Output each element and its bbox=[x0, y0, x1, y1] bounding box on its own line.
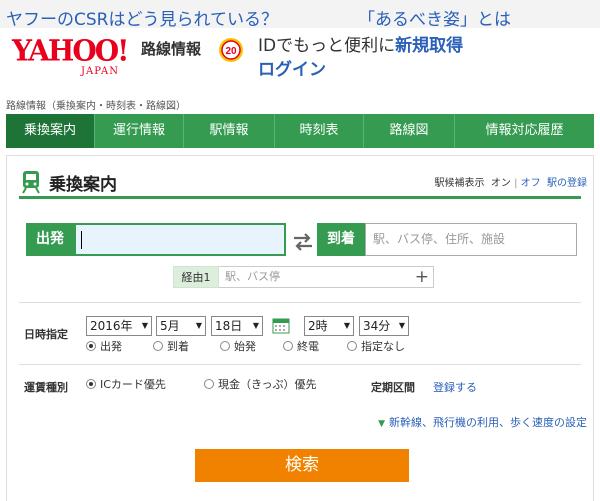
site-header: YAHOO! JAPAN 路線情報 20 IDでもっと便利に新規取得 ログイン bbox=[0, 28, 600, 90]
yahoo-japan-logo[interactable]: YAHOO! JAPAN bbox=[12, 33, 140, 84]
candidates-on[interactable]: オン bbox=[491, 178, 511, 189]
main-nav: 乗換案内 運行情報 駅情報 時刻表 路線図 情報対応履歴 bbox=[6, 114, 594, 148]
via-label: 経由1 bbox=[173, 266, 219, 288]
radio-label: 出発 bbox=[100, 340, 122, 353]
radio-dot bbox=[283, 341, 293, 351]
search-button[interactable]: 検索 bbox=[195, 449, 409, 482]
radio-dot bbox=[347, 341, 357, 351]
arrive-input[interactable]: 駅、バス停、住所、施設 bbox=[365, 223, 577, 256]
radio-label: 終電 bbox=[297, 340, 319, 353]
tab-station-info[interactable]: 駅情報 bbox=[184, 114, 274, 148]
radio-last-train[interactable]: 終電 bbox=[283, 340, 319, 354]
radio-arrive[interactable]: 到着 bbox=[153, 340, 189, 354]
chevron-down-icon: ▼ bbox=[195, 321, 202, 330]
title-underline bbox=[19, 196, 581, 199]
radio-cash[interactable]: 現金（きっぷ）優先 bbox=[204, 378, 317, 392]
login-link[interactable]: ログイン bbox=[258, 60, 326, 80]
logo-text: YAHOO! bbox=[12, 33, 129, 68]
datetime-label: 日時指定 bbox=[24, 328, 68, 341]
add-via-button[interactable]: + bbox=[415, 267, 429, 287]
swap-icon[interactable] bbox=[292, 232, 314, 252]
chevron-down-icon: ▼ bbox=[398, 321, 405, 330]
tab-route-map[interactable]: 路線図 bbox=[364, 114, 454, 148]
banner-link-csr[interactable]: ヤフーのCSRはどう見られている？ bbox=[6, 5, 278, 28]
minute-value: 34分 bbox=[363, 319, 391, 333]
tab-transfer[interactable]: 乗換案内 bbox=[6, 114, 94, 148]
radio-label: 指定なし bbox=[361, 340, 405, 353]
radio-dot bbox=[220, 341, 230, 351]
top-banner: ヤフーのCSRはどう見られている？ 「あるべき姿」とは bbox=[0, 0, 600, 28]
tab-timetable[interactable]: 時刻表 bbox=[275, 114, 363, 148]
via-input[interactable]: 駅、バス停 + bbox=[219, 266, 434, 288]
radio-dot bbox=[86, 379, 96, 389]
settings-text: 新幹線、飛行機の利用、歩く速度の設定 bbox=[389, 416, 587, 429]
page: ヤフーのCSRはどう見られている？ 「あるべき姿」とは YAHOO! JAPAN… bbox=[0, 0, 600, 501]
candidates-label: 駅候補表示 bbox=[434, 178, 485, 189]
divider bbox=[19, 364, 581, 365]
arrive-label: 到着 bbox=[317, 223, 365, 256]
fare-type-label: 運賃種別 bbox=[24, 381, 68, 394]
radio-label: 到着 bbox=[167, 340, 189, 353]
radio-dot bbox=[204, 379, 214, 389]
advanced-settings-link[interactable]: ▼ 新幹線、飛行機の利用、歩く速度の設定 bbox=[378, 414, 587, 430]
via-placeholder: 駅、バス停 bbox=[225, 270, 280, 283]
tab-operation-info[interactable]: 運行情報 bbox=[95, 114, 183, 148]
panel-title: 乗換案内 bbox=[49, 175, 117, 195]
depart-label: 出発 bbox=[26, 223, 74, 256]
radio-ic-card[interactable]: ICカード優先 bbox=[86, 378, 166, 392]
year-value: 2016年 bbox=[90, 319, 133, 333]
chevron-down-icon: ▼ bbox=[141, 321, 148, 330]
breadcrumb[interactable]: 路線情報（乗換案内・時刻表・路線図） bbox=[6, 97, 186, 112]
radio-first-train[interactable]: 始発 bbox=[220, 340, 256, 354]
commuter-register-link[interactable]: 登録する bbox=[433, 379, 477, 395]
minute-select[interactable]: 34分 ▼ bbox=[359, 316, 409, 336]
hour-value: 2時 bbox=[308, 319, 328, 333]
train-icon bbox=[22, 171, 40, 194]
login-promo: IDでもっと便利に新規取得 ログイン bbox=[258, 34, 463, 82]
radio-no-time[interactable]: 指定なし bbox=[347, 340, 405, 354]
commuter-label: 定期区間 bbox=[371, 381, 415, 394]
logo-sub-text: JAPAN bbox=[81, 66, 120, 77]
promo-text: IDでもっと便利に bbox=[258, 36, 396, 56]
divider bbox=[19, 302, 581, 303]
tab-info-history[interactable]: 情報対応履歴 bbox=[455, 114, 594, 148]
day-value: 18日 bbox=[215, 319, 243, 333]
text-caret bbox=[81, 231, 82, 249]
triangle-down-icon: ▼ bbox=[378, 419, 385, 429]
year-select[interactable]: 2016年 ▼ bbox=[86, 316, 152, 336]
radio-label: ICカード優先 bbox=[100, 378, 166, 391]
radio-depart[interactable]: 出発 bbox=[86, 340, 122, 354]
chevron-down-icon: ▼ bbox=[252, 321, 259, 330]
hour-select[interactable]: 2時 ▼ bbox=[304, 316, 354, 336]
banner-link-ideal[interactable]: 「あるべき姿」とは bbox=[358, 5, 511, 28]
depart-input[interactable] bbox=[74, 223, 286, 256]
radio-label: 始発 bbox=[234, 340, 256, 353]
transfer-panel: 乗換案内 駅候補表示 オン | オフ 駅の登録 出発 到着 駅、バス停、住所、施… bbox=[6, 155, 594, 501]
radio-label: 現金（きっぷ）優先 bbox=[218, 378, 317, 391]
calendar-icon[interactable] bbox=[272, 316, 290, 334]
candidates-off[interactable]: オフ bbox=[521, 178, 541, 189]
badge-text: 20 bbox=[225, 46, 237, 57]
day-select[interactable]: 18日 ▼ bbox=[211, 316, 263, 336]
radio-dot bbox=[86, 341, 96, 351]
month-select[interactable]: 5月 ▼ bbox=[156, 316, 206, 336]
chevron-down-icon: ▼ bbox=[343, 321, 350, 330]
month-value: 5月 bbox=[160, 319, 180, 333]
station-register-link[interactable]: 駅の登録 bbox=[547, 178, 587, 189]
signup-link[interactable]: 新規取得 bbox=[395, 36, 463, 56]
station-candidates-controls: 駅候補表示 オン | オフ 駅の登録 bbox=[435, 174, 587, 189]
radio-dot bbox=[153, 341, 163, 351]
service-name: 路線情報 bbox=[141, 40, 202, 58]
anniversary-badge-icon: 20 bbox=[219, 38, 243, 62]
separator: | bbox=[514, 178, 518, 189]
